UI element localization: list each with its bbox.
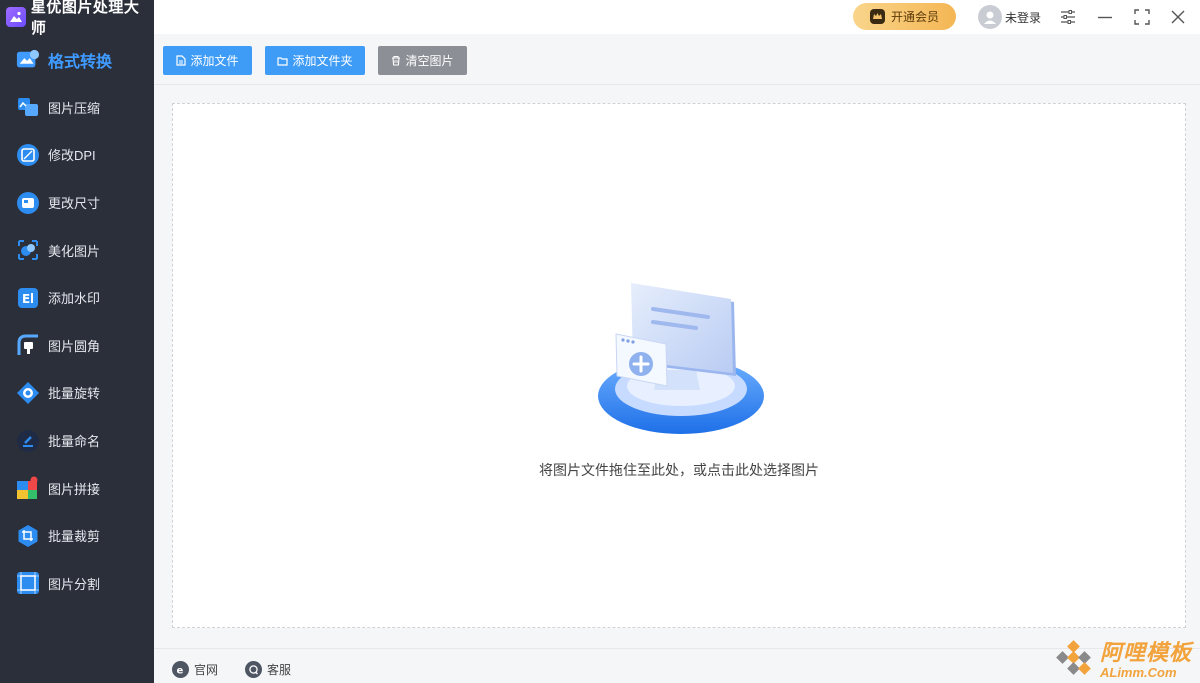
sidebar-item-round-corner[interactable]: 图片圆角 [0, 322, 154, 370]
sidebar-item-label: 批量裁剪 [48, 529, 101, 545]
add-folder-label: 添加文件夹 [292, 54, 353, 68]
drop-hint-text: 将图片文件拖住至此处，或点击此处选择图片 [539, 462, 819, 478]
sidebar-item-rotate[interactable]: 批量旋转 [0, 369, 154, 417]
vip-crown-icon [869, 9, 885, 24]
sidebar-item-label: 更改尺寸 [48, 196, 101, 212]
svg-text:E: E [22, 292, 30, 306]
settings-button[interactable] [1059, 8, 1077, 26]
add-folder-button[interactable]: 添加文件夹 [265, 46, 365, 75]
open-vip-button[interactable]: 开通会员 [853, 3, 956, 30]
clear-images-label: 清空图片 [405, 54, 454, 68]
sidebar-item-label: 格式转换 [48, 53, 113, 71]
user-login[interactable]: 未登录 [978, 5, 1041, 29]
file-icon [176, 55, 187, 66]
watermark-icon: E [16, 286, 40, 310]
sidebar-item-split[interactable]: 图片分割 [0, 560, 154, 608]
login-status: 未登录 [1005, 10, 1042, 25]
resize-icon [16, 191, 40, 215]
sidebar-item-label: 图片分割 [48, 576, 101, 592]
sidebar-item-beautify[interactable]: 美化图片 [0, 226, 154, 274]
footer: e 官网 客服 [154, 648, 1200, 683]
beautify-icon [16, 238, 40, 262]
sidebar-item-rename[interactable]: 批量命名 [0, 417, 154, 465]
sidebar-item-label: 图片压缩 [48, 100, 101, 116]
watermark-text: 阿哩模板 ALimm.Com [1099, 639, 1192, 680]
app-brand: 星优图片处理大师 [0, 0, 154, 37]
watermark-logo-icon [1056, 640, 1091, 675]
sidebar-item-resize[interactable]: 更改尺寸 [0, 179, 154, 227]
format-convert-icon [16, 48, 40, 72]
support-label: 客服 [267, 663, 292, 677]
watermark-sub: ALimm.Com [1099, 664, 1177, 680]
app-logo-icon [6, 7, 26, 27]
sidebar-item-label: 添加水印 [48, 291, 101, 307]
main-content: 将图片文件拖住至此处，或点击此处选择图片 [154, 85, 1200, 648]
stitch-icon [16, 476, 40, 500]
site-watermark: 阿哩模板 ALimm.Com [1052, 640, 1192, 680]
maximize-icon [1134, 9, 1150, 25]
sidebar-item-watermark[interactable]: E 添加水印 [0, 274, 154, 322]
website-link[interactable]: e 官网 [172, 661, 218, 678]
clear-images-button[interactable]: 清空图片 [378, 46, 467, 75]
toolbar: 添加文件 添加文件夹 清空图片 [154, 34, 1200, 85]
dpi-icon [16, 143, 40, 167]
image-compress-icon [16, 95, 40, 119]
sidebar-item-format-convert[interactable]: 格式转换 [0, 36, 154, 84]
sidebar-item-crop[interactable]: 批量裁剪 [0, 512, 154, 560]
sidebar-item-label: 批量命名 [48, 434, 101, 450]
browser-e-icon: e [172, 661, 189, 678]
close-button[interactable] [1169, 8, 1187, 26]
sidebar-item-image-compress[interactable]: 图片压缩 [0, 84, 154, 132]
minimize-icon [1098, 16, 1112, 19]
sidebar-item-label: 批量旋转 [48, 386, 101, 402]
sidebar-item-label: 图片拼接 [48, 481, 101, 497]
settings-sliders-icon [1061, 10, 1075, 24]
minimize-button[interactable] [1096, 8, 1114, 26]
avatar [978, 5, 1002, 29]
file-drop-zone[interactable]: 将图片文件拖住至此处，或点击此处选择图片 [172, 103, 1186, 628]
rotate-icon [16, 381, 40, 405]
vip-label: 开通会员 [890, 10, 939, 24]
crop-icon [16, 524, 40, 548]
sidebar-item-label: 美化图片 [48, 243, 101, 259]
sidebar-nav: 格式转换 图片压缩 修改DPI 更改尺寸 美化图片 E 添加水印 图片圆角 批量… [0, 36, 154, 607]
round-corner-icon [16, 333, 40, 357]
add-file-button[interactable]: 添加文件 [163, 46, 252, 75]
watermark-main: 阿哩模板 [1099, 639, 1192, 665]
website-label: 官网 [194, 663, 219, 677]
svg-text:e: e [177, 666, 184, 676]
rename-icon [16, 429, 40, 453]
app-title: 星优图片处理大师 [30, 0, 140, 37]
folder-icon [277, 56, 289, 66]
customer-service-icon [245, 661, 262, 678]
sidebar-item-label: 修改DPI [48, 148, 96, 164]
support-link[interactable]: 客服 [245, 661, 291, 678]
trash-icon [392, 55, 401, 66]
maximize-button[interactable] [1133, 8, 1151, 26]
sidebar-item-label: 图片圆角 [48, 338, 101, 354]
sidebar-item-stitch[interactable]: 图片拼接 [0, 464, 154, 512]
sidebar-item-dpi[interactable]: 修改DPI [0, 131, 154, 179]
split-icon [16, 571, 40, 595]
close-icon [1171, 10, 1185, 24]
add-file-label: 添加文件 [190, 54, 239, 68]
title-bar: 开通会员 未登录 [154, 0, 1200, 34]
sidebar: 星优图片处理大师 格式转换 图片压缩 修改DPI 更改尺寸 美化图片 E 添加水… [0, 0, 154, 683]
upload-illustration-icon [598, 283, 764, 434]
